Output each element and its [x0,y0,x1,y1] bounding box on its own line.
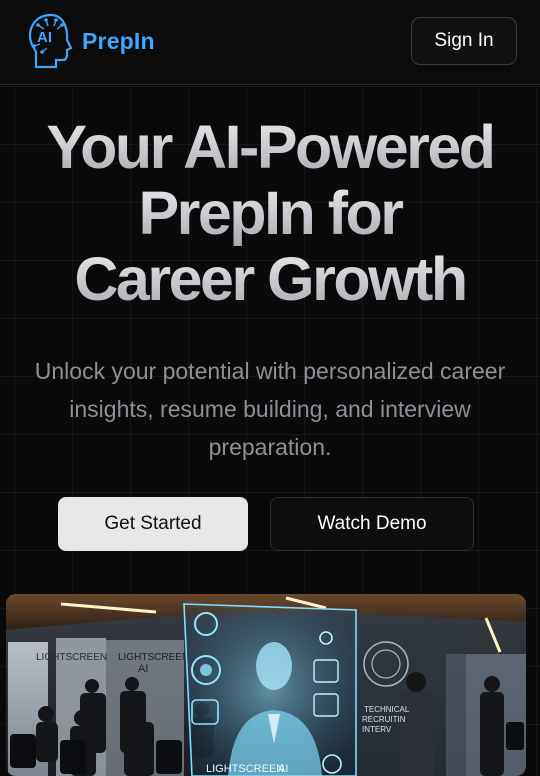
hero-title-line-2: PrepIn for [0,180,540,246]
hologram-caption-suffix: AI [278,763,288,775]
hero-title-line-3: Career Growth [0,246,540,312]
hero-office-illustration: LIGHTSCREEN LIGHTSCREEN AI LIGHTSCREEN A… [6,594,526,776]
office-scene-graphic: LIGHTSCREEN LIGHTSCREEN AI LIGHTSCREEN A… [6,594,526,776]
logo[interactable]: AI PrepIn [26,10,176,72]
hero-title-line-1: Your AI-Powered [0,114,540,180]
wall-text-lightscreen: LIGHTSCREEN [118,652,189,663]
wall-text-lightscreen-left: LIGHTSCREEN [36,652,107,663]
top-navbar: AI PrepIn Sign In [0,0,540,85]
hero-subtitle: Unlock your potential with personalized … [34,358,506,460]
brand-name: PrepIn [82,27,155,54]
hologram-panel: LIGHTSCREEN AI [183,603,357,776]
get-started-button[interactable]: Get Started [58,497,248,551]
hero-title: Your AI-Powered PrepIn for Career Growth [0,114,540,312]
side-panel-line-1: TECHNICAL [364,705,410,714]
logo-mark-text: AI [37,29,52,46]
sign-in-button[interactable]: Sign In [411,17,517,65]
side-panel-line-3: INTERV [362,725,392,734]
brain-head-logo-icon: AI [28,13,73,69]
watch-demo-button[interactable]: Watch Demo [270,497,474,551]
wall-text-ai: AI [138,663,148,675]
side-panel-line-2: RECRUITIN [362,715,406,724]
hologram-caption: LIGHTSCREEN [206,763,284,775]
